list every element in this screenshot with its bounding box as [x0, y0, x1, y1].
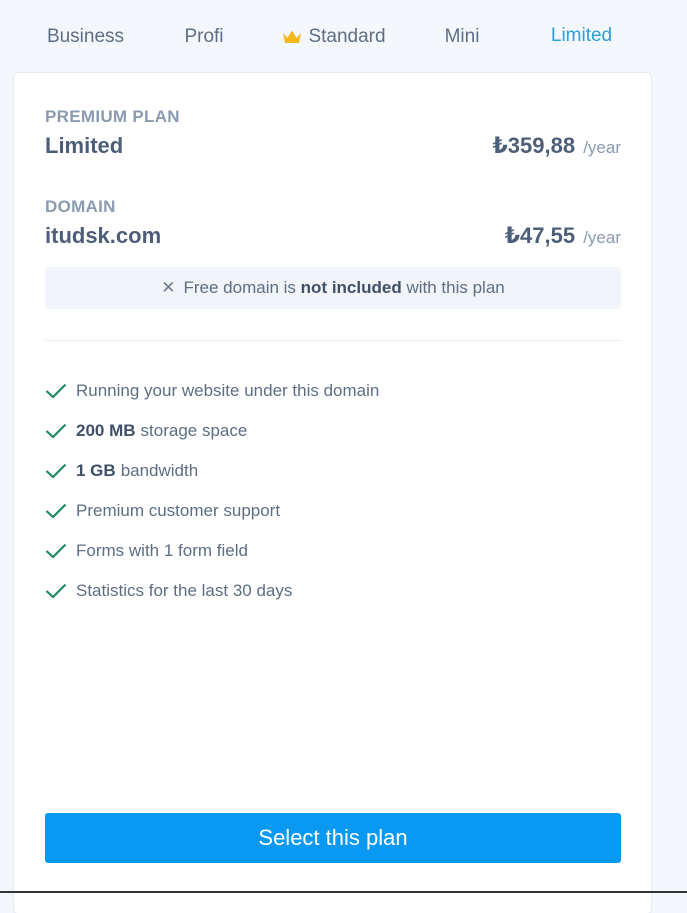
feature-item: Premium customer support [45, 491, 379, 531]
plan-price: ₺359,88 /year [492, 133, 621, 159]
tab-label: Limited [550, 25, 613, 46]
tab-standard[interactable]: Standard [270, 0, 398, 74]
tab-label: Standard [308, 26, 386, 47]
feature-item: 1 GB bandwidth [45, 451, 379, 491]
check-icon [45, 423, 67, 439]
check-icon [45, 383, 67, 399]
feature-text: storage space [140, 421, 248, 440]
plan-name: Limited [45, 133, 124, 158]
domain-price-value: ₺47,55 [504, 223, 576, 248]
feature-list: Running your website under this domain 2… [45, 371, 379, 611]
feature-text: Running your website under this domain [76, 381, 380, 400]
domain-price: ₺47,55 /year [505, 223, 621, 249]
tab-label: Profi [184, 26, 224, 47]
check-icon [45, 463, 67, 479]
feature-item: Statistics for the last 30 days [45, 571, 379, 611]
close-icon: ✕ [161, 278, 176, 297]
plan-card: PREMIUM PLAN Limited ₺359,88 /year DOMAI… [14, 73, 651, 913]
feature-text: Premium customer support [76, 501, 281, 520]
tab-limited[interactable]: Limited [525, 0, 638, 74]
crown-icon [283, 30, 302, 43]
select-plan-button[interactable]: Select this plan [45, 813, 621, 863]
tab-label: Business [46, 26, 125, 47]
feature-text: bandwidth [120, 461, 199, 480]
domain-row: itudsk.com ₺47,55 /year [45, 223, 621, 253]
tab-label: Mini [444, 26, 480, 47]
check-icon [45, 583, 67, 599]
check-icon [45, 543, 67, 559]
domain-caption: DOMAIN [45, 197, 116, 216]
feature-bold: 1 GB [76, 461, 116, 480]
feature-text: Forms with 1 form field [76, 541, 248, 560]
feature-bold: 200 MB [76, 421, 136, 440]
plan-row: Limited ₺359,88 /year [45, 133, 621, 163]
feature-item: Running your website under this domain [45, 371, 379, 411]
plan-tabs: Business Profi Standard Mini Limited [0, 0, 687, 74]
notice-emphasis: not included [300, 278, 402, 297]
notice-suffix: with this plan [406, 278, 505, 297]
tab-mini[interactable]: Mini [425, 0, 499, 74]
domain-price-period: /year [583, 228, 621, 247]
domain-name: itudsk.com [45, 223, 162, 248]
feature-item: 200 MB storage space [45, 411, 379, 451]
plan-price-value: ₺359,88 [492, 133, 576, 158]
feature-item: Forms with 1 form field [45, 531, 379, 571]
plan-caption: PREMIUM PLAN [45, 107, 180, 126]
domain-notice: ✕ Free domain is not included with this … [45, 267, 621, 309]
check-icon [45, 503, 67, 519]
notice-prefix: Free domain is [183, 278, 296, 297]
divider [45, 340, 621, 341]
feature-text: Statistics for the last 30 days [76, 581, 293, 600]
tab-business[interactable]: Business [28, 0, 143, 74]
plan-price-period: /year [583, 138, 621, 157]
tab-profi[interactable]: Profi [170, 0, 238, 74]
